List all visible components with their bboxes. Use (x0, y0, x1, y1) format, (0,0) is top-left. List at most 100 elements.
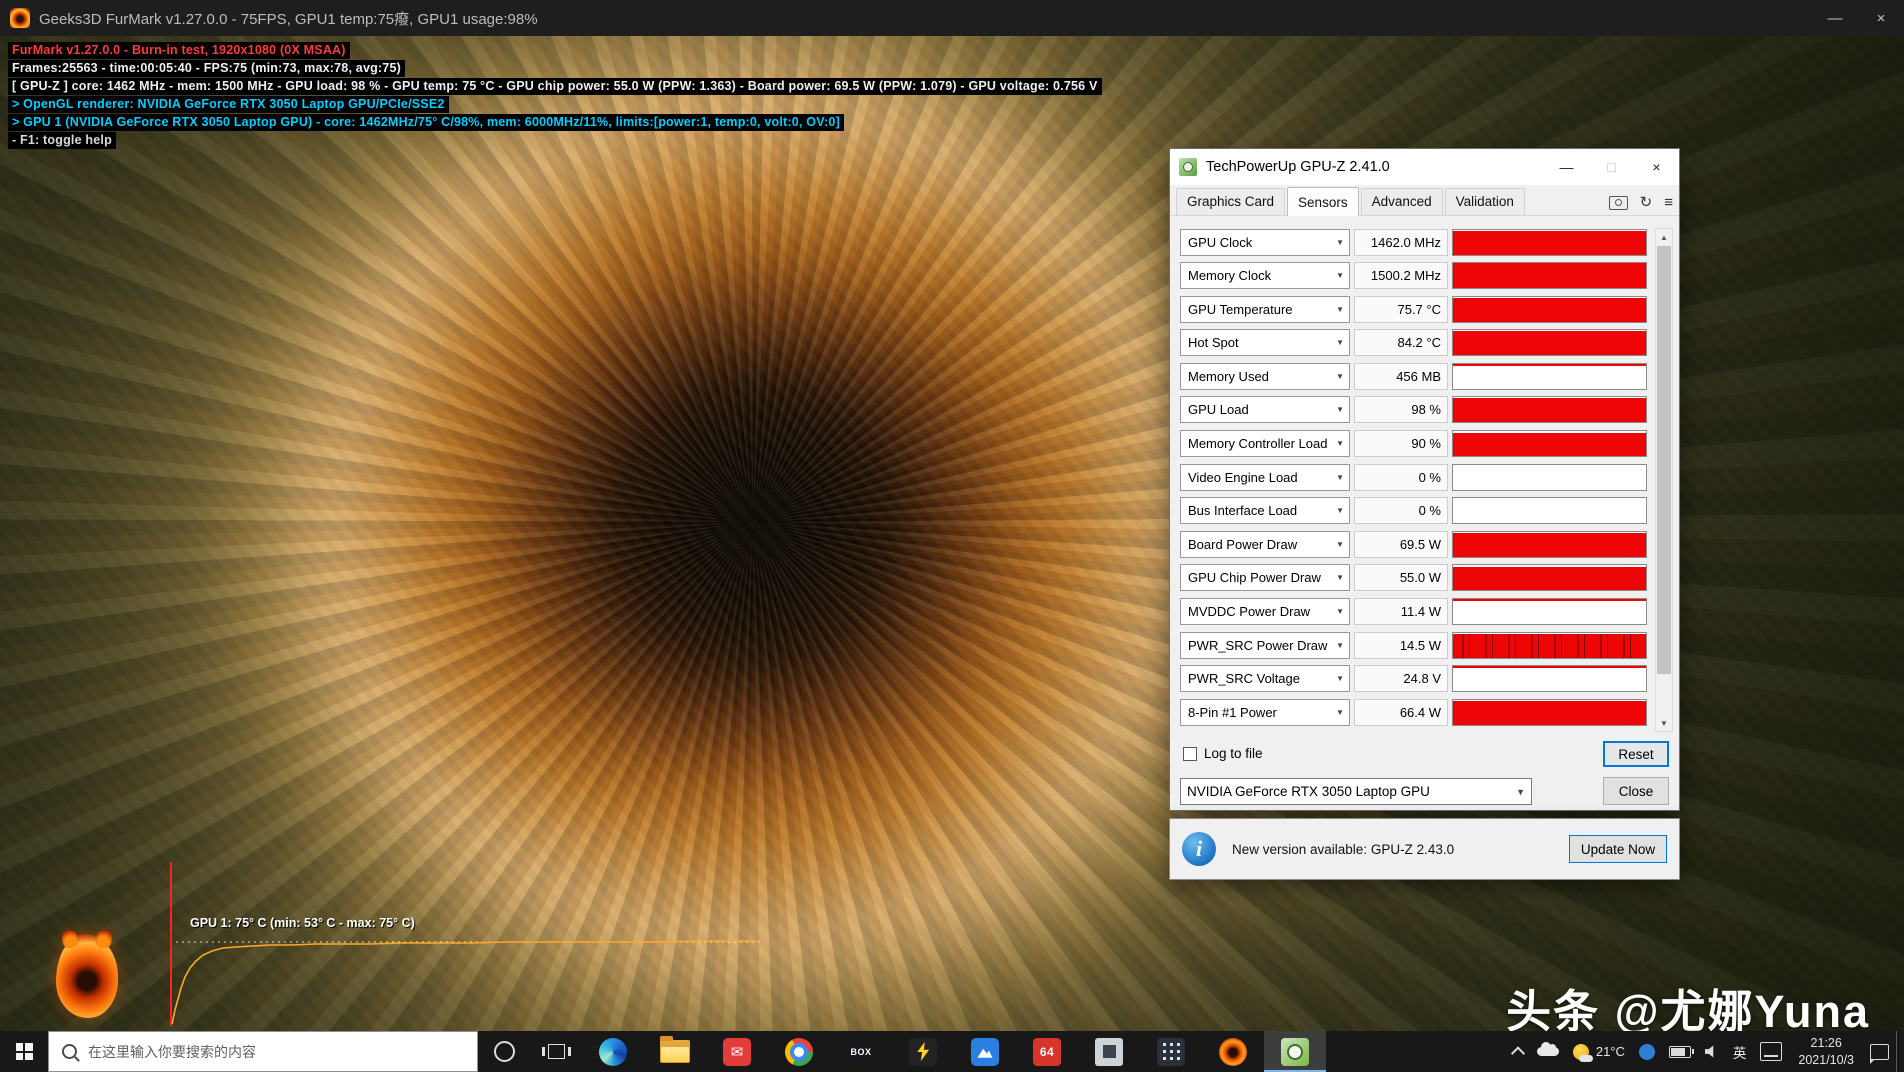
sensor-row: Memory Controller Load▼90 % (1180, 430, 1647, 458)
tab-sensors[interactable]: Sensors (1287, 187, 1359, 216)
chevron-down-icon: ▼ (1336, 405, 1344, 414)
furmark-osd: FurMark v1.27.0.0 - Burn-in test, 1920x1… (8, 42, 1102, 150)
tray-expand-button[interactable] (1506, 1031, 1530, 1072)
weather-widget[interactable]: 21°C (1566, 1031, 1632, 1072)
refresh-icon[interactable]: ↻ (1640, 195, 1653, 210)
menu-icon[interactable]: ≡ (1664, 195, 1673, 210)
sensor-name-dropdown[interactable]: Memory Controller Load▼ (1180, 430, 1350, 457)
sensor-scrollbar[interactable]: ▲ ▼ (1655, 228, 1673, 732)
sensor-name-dropdown[interactable]: Memory Used▼ (1180, 363, 1350, 390)
language-indicator[interactable]: 英 (1726, 1031, 1754, 1072)
mail-icon (723, 1038, 751, 1066)
chrome-icon (785, 1038, 813, 1066)
sensor-name-dropdown[interactable]: PWR_SRC Voltage▼ (1180, 665, 1350, 692)
taskbar-app-cpu-z[interactable] (1078, 1031, 1140, 1072)
sensor-name-dropdown[interactable]: Video Engine Load▼ (1180, 464, 1350, 491)
osd-line: > GPU 1 (NVIDIA GeForce RTX 3050 Laptop … (8, 114, 844, 131)
taskbar-app-mail[interactable] (706, 1031, 768, 1072)
cortana-button[interactable] (478, 1031, 530, 1072)
taskbar-app-gpu-z[interactable] (1264, 1031, 1326, 1072)
chevron-down-icon: ▼ (1336, 540, 1344, 549)
sensor-row: Video Engine Load▼0 % (1180, 463, 1647, 491)
volume-tray-button[interactable] (1698, 1031, 1726, 1072)
sensor-value: 24.8 V (1354, 665, 1448, 692)
sensor-name-dropdown[interactable]: PWR_SRC Power Draw▼ (1180, 632, 1350, 659)
sensor-row: GPU Clock▼1462.0 MHz (1180, 228, 1647, 256)
minimize-button[interactable]: — (1812, 0, 1858, 36)
close-button[interactable]: × (1634, 149, 1679, 185)
screenshot-camera-icon[interactable] (1609, 196, 1628, 210)
sensor-name-dropdown[interactable]: GPU Chip Power Draw▼ (1180, 564, 1350, 591)
sensor-history-graph (1452, 699, 1647, 726)
log-to-file-row: Log to file (1183, 746, 1263, 761)
action-center-button[interactable] (1863, 1031, 1896, 1072)
taskbar-clock[interactable]: 21:26 2021/10/3 (1789, 1031, 1863, 1072)
sensor-name-dropdown[interactable]: MVDDC Power Draw▼ (1180, 598, 1350, 625)
battery-tray-button[interactable] (1662, 1031, 1698, 1072)
sensor-name-dropdown[interactable]: GPU Clock▼ (1180, 229, 1350, 256)
taskbar-app-thunder[interactable] (892, 1031, 954, 1072)
chevron-down-icon: ▼ (1336, 573, 1344, 582)
scroll-up-arrow[interactable]: ▲ (1656, 229, 1672, 245)
scroll-thumb[interactable] (1657, 246, 1671, 674)
close-window-button[interactable]: Close (1603, 777, 1669, 805)
log-to-file-label: Log to file (1204, 746, 1263, 761)
sensor-history-graph (1452, 430, 1647, 457)
volume-icon (1705, 1045, 1719, 1058)
photos-icon (971, 1038, 999, 1066)
gpu-selector-dropdown[interactable]: NVIDIA GeForce RTX 3050 Laptop GPU ▼ (1180, 778, 1532, 805)
task-view-button[interactable] (530, 1031, 582, 1072)
sensor-value: 55.0 W (1354, 564, 1448, 591)
search-placeholder: 在这里输入你要搜索的内容 (88, 1042, 256, 1062)
sensor-name-dropdown[interactable]: 8-Pin #1 Power▼ (1180, 699, 1350, 726)
close-button[interactable]: × (1858, 0, 1904, 36)
onedrive-tray-button[interactable] (1530, 1031, 1566, 1072)
osd-line: - F1: toggle help (8, 132, 116, 149)
gpuz-window-controls: — □ × (1544, 149, 1679, 185)
gpuz-sensors-panel: GPU Clock▼1462.0 MHzMemory Clock▼1500.2 … (1170, 216, 1679, 813)
furmark-icon (1219, 1038, 1247, 1066)
update-message: New version available: GPU-Z 2.43.0 (1232, 842, 1569, 857)
sensor-row: PWR_SRC Voltage▼24.8 V (1180, 665, 1647, 693)
keyboard-icon (1760, 1042, 1782, 1061)
minimize-button[interactable]: — (1544, 149, 1589, 185)
reset-button[interactable]: Reset (1603, 741, 1669, 767)
osd-line: [ GPU-Z ] core: 1462 MHz - mem: 1500 MHz… (8, 78, 1102, 95)
taskbar-search-box[interactable]: 在这里输入你要搜索的内容 (48, 1031, 478, 1072)
sensor-row: Hot Spot▼84.2 °C (1180, 329, 1647, 357)
tab-validation[interactable]: Validation (1445, 188, 1525, 215)
ime-button[interactable] (1753, 1031, 1789, 1072)
scroll-down-arrow[interactable]: ▼ (1656, 715, 1672, 731)
taskbar-app-photos[interactable] (954, 1031, 1016, 1072)
tab-advanced[interactable]: Advanced (1361, 188, 1443, 215)
tray-app-button[interactable] (1632, 1031, 1662, 1072)
sensor-value: 1462.0 MHz (1354, 229, 1448, 256)
info-icon: i (1182, 832, 1216, 866)
tab-graphics-card[interactable]: Graphics Card (1176, 188, 1285, 215)
sensor-name-dropdown[interactable]: Board Power Draw▼ (1180, 531, 1350, 558)
taskbar-app-aida64[interactable]: 64 (1016, 1031, 1078, 1072)
taskbar-app-edge[interactable] (582, 1031, 644, 1072)
sensor-row: Board Power Draw▼69.5 W (1180, 530, 1647, 558)
sensor-name-dropdown[interactable]: Memory Clock▼ (1180, 262, 1350, 289)
taskbar-app-box[interactable]: BOX (830, 1031, 892, 1072)
log-to-file-checkbox[interactable] (1183, 747, 1197, 761)
start-button[interactable] (0, 1031, 48, 1072)
osd-line: Frames:25563 - time:00:05:40 - FPS:75 (m… (8, 60, 405, 77)
chevron-down-icon: ▼ (1336, 238, 1344, 247)
update-now-button[interactable]: Update Now (1569, 835, 1667, 863)
maximize-button[interactable]: □ (1589, 149, 1634, 185)
taskbar-app-furmark[interactable] (1202, 1031, 1264, 1072)
sensor-name-dropdown[interactable]: GPU Load▼ (1180, 396, 1350, 423)
language-label: 英 (1733, 1042, 1747, 1062)
show-desktop-button[interactable] (1896, 1031, 1904, 1072)
taskbar-app-chrome[interactable] (768, 1031, 830, 1072)
sensor-name-dropdown[interactable]: GPU Temperature▼ (1180, 296, 1350, 323)
sensor-value: 14.5 W (1354, 632, 1448, 659)
taskbar-app-file-explorer[interactable] (644, 1031, 706, 1072)
taskbar: 在这里输入你要搜索的内容 BOX 64 21°C 英 21:26 2021/10/… (0, 1031, 1904, 1072)
clock-time: 21:26 (1811, 1035, 1842, 1051)
sensor-name-dropdown[interactable]: Hot Spot▼ (1180, 329, 1350, 356)
taskbar-app-calculator[interactable] (1140, 1031, 1202, 1072)
sensor-name-dropdown[interactable]: Bus Interface Load▼ (1180, 497, 1350, 524)
